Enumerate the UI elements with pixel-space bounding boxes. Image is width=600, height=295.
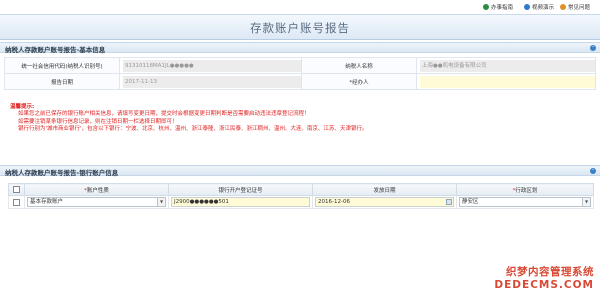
chevron-down-icon: ▼: [582, 198, 590, 206]
collapse-icon[interactable]: ⌃: [590, 168, 596, 174]
calendar-icon[interactable]: [446, 199, 452, 205]
row-checkbox[interactable]: [13, 198, 20, 206]
bank-account-table: *账户性质 银行开户登记证号 发放日期 *行政区划 基本存款账户 ▼ J2900…: [8, 183, 594, 209]
page-title-bar: 存款账户账号报告: [0, 14, 600, 40]
faq-icon: [560, 4, 566, 10]
chevron-down-icon: ▼: [157, 198, 165, 206]
basic-info-form: 统一社会信用代码(纳税人识别号) 91310118MA1JL●●●●● 纳税人名…: [4, 57, 596, 90]
credit-code-field: 91310118MA1JL●●●●●: [123, 59, 301, 72]
page-title: 存款账户账号报告: [250, 21, 350, 35]
col-district: *行政区划: [456, 183, 594, 196]
toolbar-video-link[interactable]: 视频演示: [524, 3, 554, 11]
watermark-line2: DEDECMS.COM: [494, 279, 594, 291]
basic-info-header: 纳税人存款账户账号报告-基本信息 ⌃: [0, 42, 600, 54]
hint-line: 银行行别为'城市商业银行'，包含以下银行：宁波、北京、杭州、温州、浙江泰隆、浙江…: [18, 125, 368, 132]
video-icon: [524, 4, 530, 10]
table-header-row: *账户性质 银行开户登记证号 发放日期 *行政区划: [8, 183, 594, 196]
toolbar-video-label: 视频演示: [532, 5, 555, 11]
toolbar-faq-link[interactable]: 常见问题: [560, 3, 590, 11]
basic-info-heading: 纳税人存款账户账号报告-基本信息: [5, 46, 106, 54]
collapse-icon[interactable]: ⌃: [590, 45, 596, 51]
taxpayer-name-label: 纳税人名称: [301, 57, 417, 74]
col-issue-date: 发放日期: [312, 183, 457, 196]
guide-icon: [483, 4, 489, 10]
report-date-field: 2017-11-13: [123, 75, 301, 88]
credit-code-label: 统一社会信用代码(纳税人识别号): [4, 57, 120, 74]
reg-no-input[interactable]: J2900●●●●●●501: [171, 197, 310, 207]
taxpayer-name-field: 上海●●机电设备有限公司: [420, 59, 595, 72]
watermark: 织梦内容管理系统 DEDECMS.COM: [494, 264, 594, 291]
hint-line: 如需要注销某条银行信息记录，则在注销日期一栏选择日期即可！: [18, 118, 178, 125]
select-all-checkbox[interactable]: [13, 186, 20, 193]
handler-label: *经办人: [301, 73, 417, 90]
account-type-select[interactable]: 基本存款账户 ▼: [27, 197, 166, 207]
bank-info-header: 纳税人存款账户账号报告-银行账户信息 ⌃: [0, 165, 600, 177]
issue-date-input[interactable]: 2016-12-06: [315, 197, 454, 207]
toolbar-faq-label: 常见问题: [568, 5, 591, 11]
col-account-type: *账户性质: [24, 183, 169, 196]
handler-input[interactable]: [420, 75, 595, 88]
hint-line: 如果您之前已保存的银行账户相关信息，请填写变更日期，提交时会根据变更日期判断是否…: [18, 111, 310, 118]
col-reg-no: 银行开户登记证号: [168, 183, 313, 196]
toolbar-guide-label: 办事指南: [491, 5, 514, 11]
hints-block: 温馨提示: 如果您之前已保存的银行账户相关信息，请填写变更日期，提交时会根据变更…: [10, 104, 570, 133]
table-row: 基本存款账户 ▼ J2900●●●●●●501 2016-12-06 静安区 ▼: [8, 195, 594, 209]
toolbar-guide-link[interactable]: 办事指南: [483, 3, 513, 11]
watermark-line1: 织梦内容管理系统: [506, 266, 594, 278]
district-select[interactable]: 静安区 ▼: [459, 197, 591, 207]
bank-info-heading: 纳税人存款账户账号报告-银行账户信息: [5, 169, 119, 177]
top-toolbar: 办事指南 视频演示 常见问题: [0, 0, 600, 13]
report-date-label: 报告日期: [4, 73, 120, 90]
